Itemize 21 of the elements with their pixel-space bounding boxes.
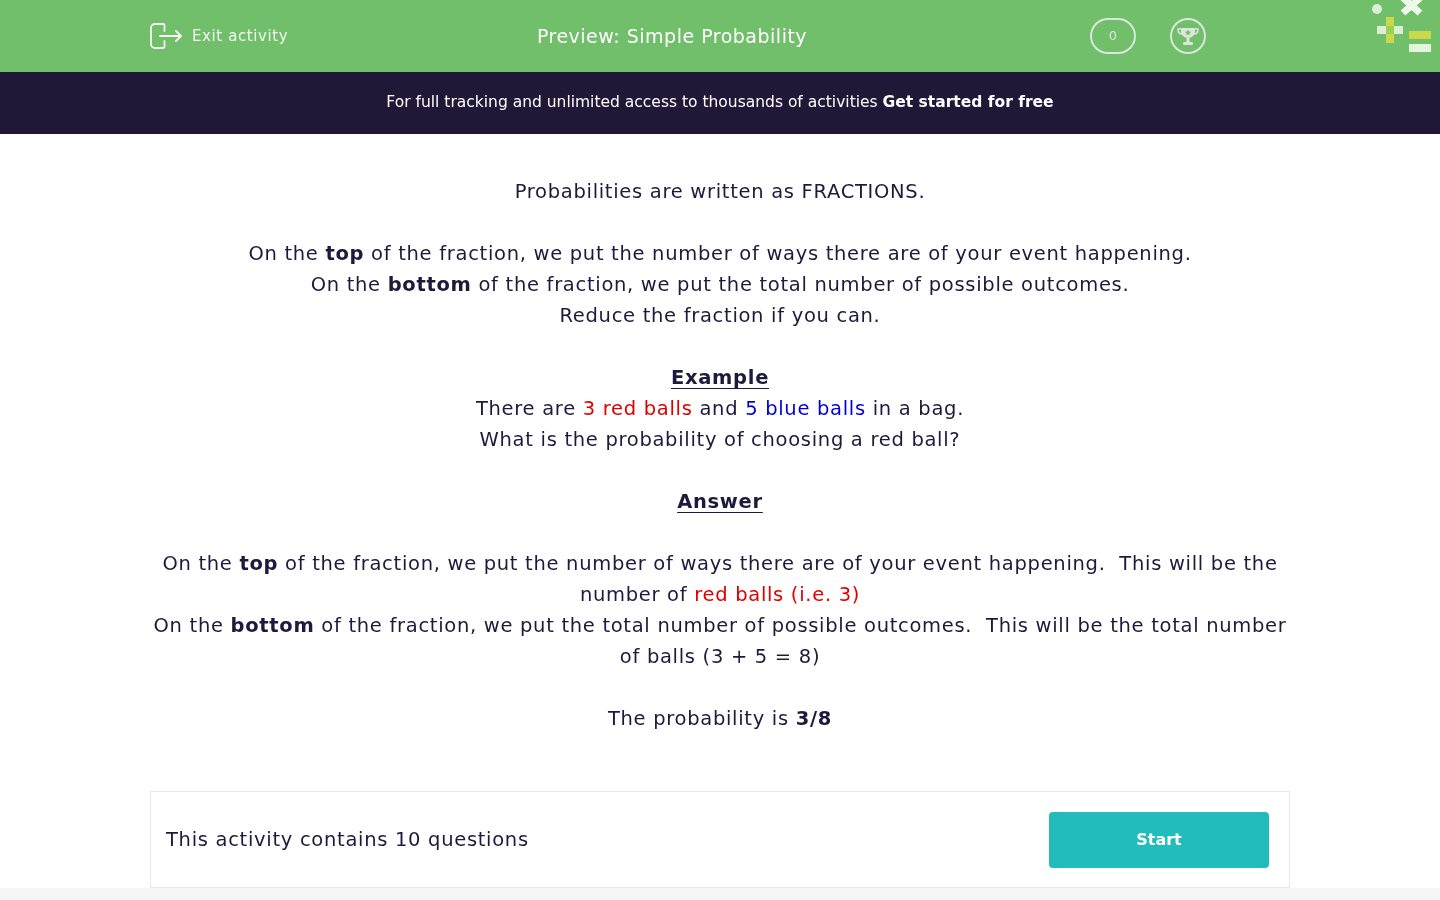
activity-title: Preview: Simple Probability	[535, 23, 809, 49]
exit-link[interactable]: Exit activity	[150, 23, 289, 49]
explanation-text: On the bottom of the fraction, we put the total number of possible outcomes. This will be the total number of balls (3 + 5 = 8)	[152, 613, 1288, 670]
explanation-text: On the top of the fraction, we put the number of ways there are of your event happening.	[248, 241, 1192, 267]
explanation-text: The probability is 3/8	[607, 706, 833, 732]
question-count-text: This activity contains 10 questions	[166, 826, 529, 853]
explanation-text: There are 3 red balls and 5 blue balls in a bag.	[475, 396, 965, 422]
section-heading: Example	[670, 365, 770, 391]
promo-text: For full tracking and unlimited access to thousands of activities Get started for free	[386, 92, 1054, 114]
explanation-text: Probabilities are written as FRACTIONS.	[514, 179, 926, 205]
score-counter: 0	[1090, 18, 1136, 54]
trophy-icon[interactable]	[1170, 18, 1206, 54]
explanation-text: On the bottom of the fraction, we put the total number of possible outcomes.	[310, 272, 1130, 298]
exit-icon	[150, 23, 182, 49]
start-button[interactable]: Start	[1049, 811, 1269, 868]
explanation-text: On the top of the fraction, we put the number of ways there are of your event happening. This will be the number of red balls (i.e. 3)	[161, 551, 1279, 608]
explanation-text: What is the probability of choosing a red ball?	[479, 427, 961, 453]
get-started-link[interactable]: Get started for free	[882, 93, 1054, 112]
shapes-logo	[1370, 0, 1432, 53]
explanation-text: Reduce the fraction if you can.	[559, 303, 881, 329]
section-heading: Answer	[677, 489, 763, 515]
